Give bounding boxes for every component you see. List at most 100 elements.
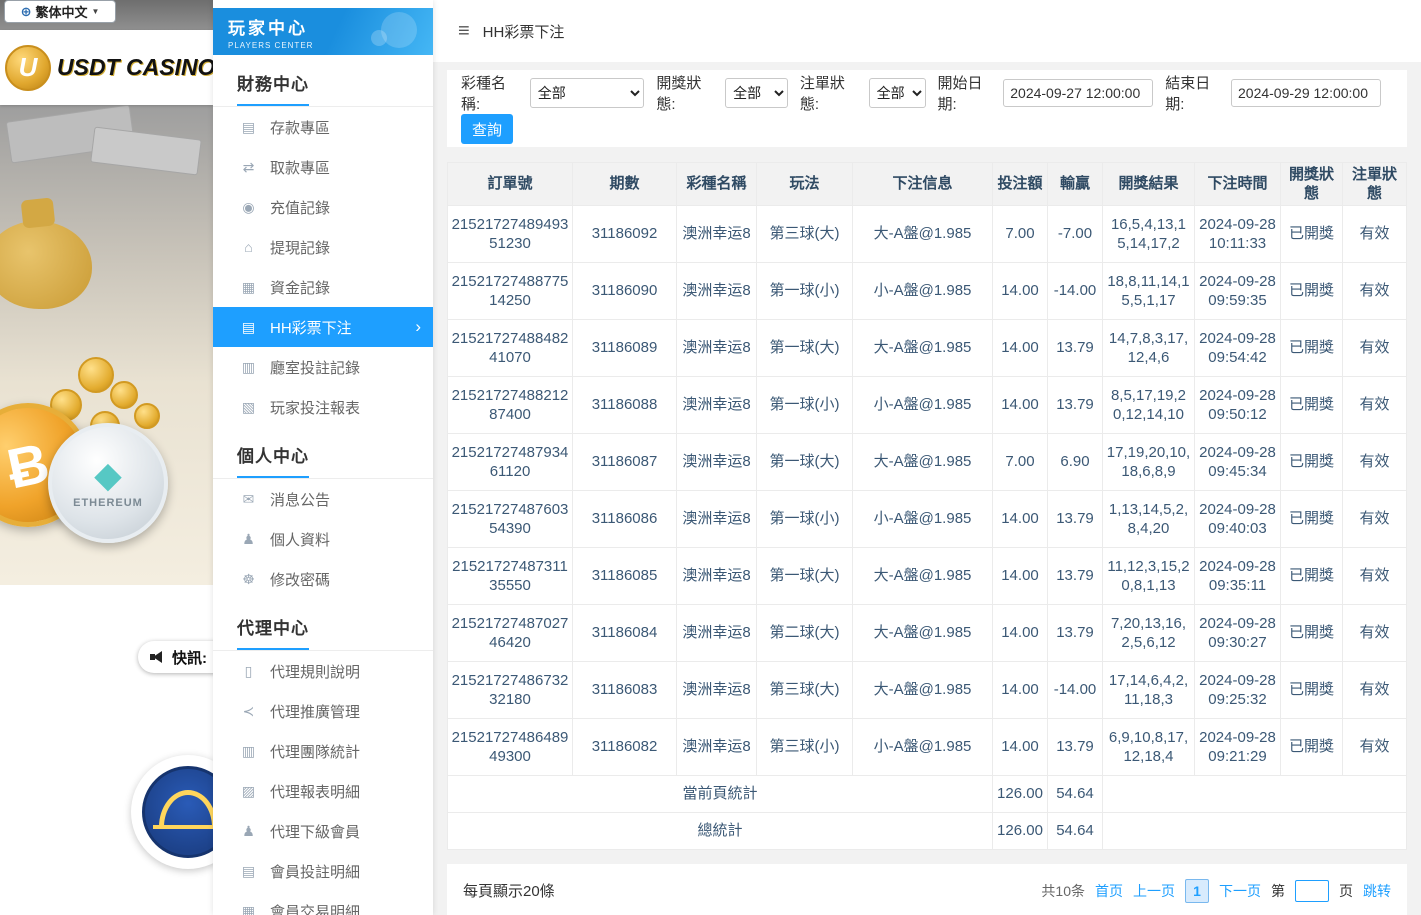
order-status-filter: 注單狀態: 全部: [800, 72, 926, 114]
menu-toggle-icon[interactable]: ≡: [458, 21, 470, 41]
table-cell: 第一球(小): [757, 491, 853, 548]
globe-icon: ⊕: [21, 4, 32, 20]
sidebar-item[interactable]: ▤會員投註明細: [213, 851, 433, 891]
table-cell: 2024-09-28 09:30:27: [1195, 605, 1281, 662]
sidebar-item[interactable]: ⇄取款專區: [213, 147, 433, 187]
sidebar-item-label: HH彩票下注: [270, 317, 352, 338]
ethereum-coin-icon: ◆ ETHEREUM: [48, 423, 168, 543]
sidebar-item-label: 存款專區: [270, 117, 330, 138]
eth-label: ETHEREUM: [73, 497, 143, 509]
table-cell: 31186088: [573, 377, 677, 434]
sidebar-item-label: 提現記錄: [270, 237, 330, 258]
current-page[interactable]: 1: [1185, 879, 1209, 903]
sidebar-item[interactable]: ⌂提現記錄: [213, 227, 433, 267]
sidebar-item[interactable]: ▧玩家投注報表: [213, 387, 433, 427]
column-header: 訂單號: [448, 163, 573, 206]
order-status-select[interactable]: 全部: [869, 78, 926, 108]
promo-panel: ⊕ 繁体中文 ▼ U USDT CASINO Ƀ ◆ ETHEREUM 快訊:: [0, 0, 213, 915]
sidebar-item-label: 廳室投註記錄: [270, 357, 360, 378]
team-logo: [131, 755, 213, 869]
table-cell: 有效: [1343, 434, 1407, 491]
table-row: 215217274882128740031186088澳洲幸运8第一球(小)小-…: [448, 377, 1407, 434]
lottery-name-select[interactable]: 全部: [530, 78, 645, 108]
table-cell: 18,8,11,14,15,5,1,17: [1103, 263, 1195, 320]
table-cell: 2152172748760354390: [448, 491, 573, 548]
table-cell: 小-A盤@1.985: [853, 263, 993, 320]
ticker-label: 快訊:: [172, 647, 207, 668]
table-cell: 已開獎: [1281, 548, 1343, 605]
table-cell: 已開獎: [1281, 377, 1343, 434]
column-header: 開獎狀態: [1281, 163, 1343, 206]
table-cell: -14.00: [1048, 662, 1103, 719]
gold-coin-decor: [110, 381, 138, 409]
brand-name: USDT CASINO: [57, 54, 213, 81]
prev-page-link[interactable]: 上一页: [1133, 881, 1175, 901]
sidebar-item[interactable]: ☸修改密碼: [213, 559, 433, 599]
table-cell: 2152172748673232180: [448, 662, 573, 719]
main-content: ≡ HH彩票下注 彩種名稱: 全部 開獎狀態: 全部 注單狀態:: [433, 0, 1421, 915]
sidebar-item[interactable]: ▨ 代理報表明細: [213, 771, 433, 811]
sidebar-item[interactable]: ▥廳室投註記錄: [213, 347, 433, 387]
players-center-header: 玩家中心 PLAYERS CENTER: [213, 8, 433, 55]
sidebar-item-label: 代理報表明細: [270, 781, 360, 802]
draw-status-select[interactable]: 全部: [725, 78, 788, 108]
table-cell: 有效: [1343, 662, 1407, 719]
draw-status-filter: 開獎狀態: 全部: [656, 72, 787, 114]
sidebar-item[interactable]: ▯代理規則說明: [213, 651, 433, 691]
table-cell: 17,19,20,10,18,6,8,9: [1103, 434, 1195, 491]
end-date-input[interactable]: [1231, 79, 1381, 107]
jump-go-link[interactable]: 跳转: [1363, 881, 1391, 901]
sidebar-section-title: 財務中心: [213, 55, 433, 107]
sidebar-item-label: 充值記錄: [270, 197, 330, 218]
table-cell: -14.00: [1048, 263, 1103, 320]
table-cell: 2024-09-28 09:25:32: [1195, 662, 1281, 719]
summary-win-total: 54.64: [1048, 776, 1103, 813]
member-trade-detail-icon: ▦: [240, 903, 257, 915]
column-header: 期數: [573, 163, 677, 206]
end-date-label: 結束日期:: [1165, 72, 1225, 114]
sidebar-item[interactable]: ▤存款專區: [213, 107, 433, 147]
sidebar-item[interactable]: ≺代理推廣管理: [213, 691, 433, 731]
end-date-filter: 結束日期:: [1165, 72, 1381, 114]
summary-empty: [1103, 813, 1407, 850]
page-title: HH彩票下注: [483, 21, 565, 42]
table-cell: 2152172748793461120: [448, 434, 573, 491]
funds-record-icon: ▦: [240, 279, 257, 296]
sidebar-item[interactable]: ▤HH彩票下注›: [213, 307, 433, 347]
table-cell: 2152172748848241070: [448, 320, 573, 377]
summary-label: 當前頁統計: [448, 776, 993, 813]
sidebar-item[interactable]: ▥代理團隊統計: [213, 731, 433, 771]
sidebar-item[interactable]: ✉消息公告: [213, 479, 433, 519]
sidebar-item[interactable]: ♟代理下級會員: [213, 811, 433, 851]
search-button[interactable]: 查詢: [461, 114, 513, 144]
sidebar-item-label: 修改密碼: [270, 569, 330, 590]
start-date-input[interactable]: [1003, 79, 1153, 107]
agent-report-detail-icon: ▨: [240, 783, 257, 800]
jump-suffix: 页: [1339, 881, 1353, 901]
table-cell: 已開獎: [1281, 491, 1343, 548]
start-date-filter: 開始日期:: [938, 72, 1154, 114]
column-header: 下注信息: [853, 163, 993, 206]
table-cell: 第一球(小): [757, 263, 853, 320]
money-bag-decor: [0, 191, 92, 309]
table-cell: 第一球(大): [757, 320, 853, 377]
table-cell: 澳洲幸运8: [677, 662, 757, 719]
sidebar-item[interactable]: ♟個人資料: [213, 519, 433, 559]
table-cell: 大-A盤@1.985: [853, 662, 993, 719]
table-cell: 2024-09-28 09:35:11: [1195, 548, 1281, 605]
table-cell: 16,5,4,13,15,14,17,2: [1103, 206, 1195, 263]
table-cell: 2152172748702746420: [448, 605, 573, 662]
sidebar-item[interactable]: ▦會員交易明細: [213, 891, 433, 915]
sidebar-item-label: 玩家投注報表: [270, 397, 360, 418]
first-page-link[interactable]: 首页: [1095, 881, 1123, 901]
sidebar-item[interactable]: ◉充值記錄: [213, 187, 433, 227]
next-page-link[interactable]: 下一页: [1219, 881, 1261, 901]
language-selector[interactable]: ⊕ 繁体中文 ▼: [4, 0, 116, 23]
profile-icon: ♟: [240, 531, 257, 548]
order-status-label: 注單狀態:: [800, 72, 863, 114]
bridge-logo-icon: [142, 766, 213, 858]
table-cell: 2152172748877514250: [448, 263, 573, 320]
sidebar-item[interactable]: ▦資金記錄: [213, 267, 433, 307]
jump-page-input[interactable]: [1295, 880, 1329, 902]
table-cell: 有效: [1343, 491, 1407, 548]
